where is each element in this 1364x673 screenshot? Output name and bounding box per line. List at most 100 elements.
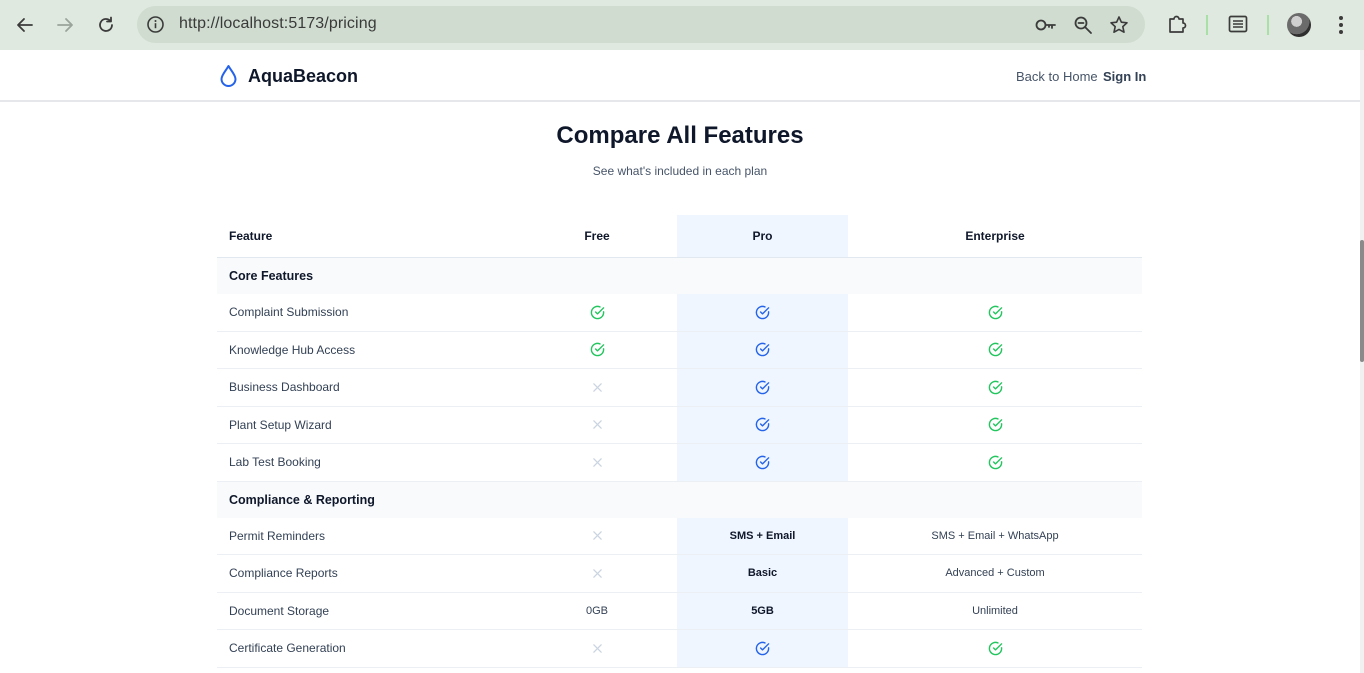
free-value-cross-icon	[530, 518, 664, 555]
feature-name: Lab Test Booking	[229, 455, 321, 470]
x-icon	[592, 568, 603, 579]
free-value: 0GB	[530, 593, 664, 630]
feature-name: Knowledge Hub Access	[229, 342, 356, 357]
enterprise-value-check-icon	[848, 332, 1142, 369]
column-header-pro: Pro	[677, 215, 848, 257]
site-info-icon[interactable]	[146, 15, 165, 34]
free-value-cross-icon	[530, 555, 664, 592]
free-value-text: 0GB	[585, 604, 608, 617]
pro-value-check-icon	[677, 294, 848, 331]
feature-name: Complaint Submission	[229, 305, 349, 320]
check-circle-icon	[590, 342, 605, 357]
enterprise-value-check-icon	[848, 294, 1142, 331]
free-value-check-icon	[530, 294, 664, 331]
table-group-row: Compliance & Reporting	[217, 481, 1142, 518]
free-value-cross-icon	[530, 444, 664, 481]
pro-value-text: 5GB	[751, 604, 774, 617]
site-header: AquaBeacon Back to Home Sign In	[0, 50, 1360, 102]
enterprise-value-check-icon	[848, 630, 1142, 667]
enterprise-value: Advanced + Custom	[848, 555, 1142, 592]
group-title: Core Features	[229, 269, 314, 283]
free-value-check-icon	[530, 332, 664, 369]
zoom-icon[interactable]	[1073, 15, 1093, 35]
reading-list-icon[interactable]	[1227, 13, 1251, 37]
back-arrow-icon[interactable]	[10, 10, 40, 40]
page-scrollbar[interactable]	[1360, 50, 1364, 673]
feature-name: Business Dashboard	[229, 380, 340, 395]
free-value-cross-icon	[530, 407, 664, 444]
feature-name: Certificate Generation	[229, 641, 346, 656]
toolbar-divider	[1267, 15, 1269, 35]
check-circle-icon	[755, 380, 770, 395]
table-header-row: Feature Free Pro Enterprise	[217, 215, 1142, 258]
feature-name: Document Storage	[229, 603, 330, 618]
enterprise-value-text: Advanced + Custom	[945, 567, 1045, 580]
browser-toolbar: http://localhost:5173/pricing	[0, 0, 1364, 50]
enterprise-value: Unlimited	[848, 593, 1142, 630]
table-group-row: Core Features	[217, 258, 1142, 294]
section-subtitle: See what's included in each plan	[592, 164, 768, 178]
check-circle-icon	[755, 342, 770, 357]
free-value-cross-icon	[530, 630, 664, 667]
pro-value-check-icon	[677, 444, 848, 481]
menu-kebab-icon[interactable]	[1331, 14, 1351, 36]
enterprise-value-check-icon	[848, 444, 1142, 481]
check-circle-icon	[988, 417, 1003, 432]
pro-value-text: Basic	[747, 567, 778, 580]
x-icon	[592, 419, 603, 430]
profile-avatar[interactable]	[1287, 13, 1311, 37]
column-header-free: Free	[584, 229, 610, 243]
extensions-puzzle-icon[interactable]	[1166, 13, 1190, 37]
table-row: Certificate Generation	[217, 630, 1142, 668]
brand-name[interactable]: AquaBeacon	[248, 66, 358, 87]
x-icon	[592, 382, 603, 393]
x-icon	[592, 643, 603, 654]
pro-value-check-icon	[677, 331, 848, 368]
toolbar-divider	[1206, 15, 1208, 35]
check-circle-icon	[988, 455, 1003, 470]
sign-in-link[interactable]: Sign In	[1103, 69, 1146, 84]
enterprise-value: SMS + Email + WhatsApp	[848, 518, 1142, 555]
section-title: Compare All Features	[556, 122, 804, 149]
pro-value: 5GB	[677, 592, 848, 629]
check-circle-icon	[988, 641, 1003, 656]
table-row: Business Dashboard	[217, 369, 1142, 407]
address-bar[interactable]: http://localhost:5173/pricing	[137, 6, 1145, 43]
reload-icon[interactable]	[91, 10, 121, 40]
check-circle-icon	[755, 305, 770, 320]
check-circle-icon	[988, 305, 1003, 320]
back-to-home-link[interactable]: Back to Home	[1016, 69, 1098, 84]
pro-value: Basic	[677, 555, 848, 592]
table-row: Permit Reminders SMS + Email SMS + Email +…	[217, 517, 1142, 555]
pro-value-text: SMS + Email	[729, 529, 796, 542]
x-icon	[592, 457, 603, 468]
page-content: AquaBeacon Back to Home Sign In Compare …	[0, 50, 1360, 673]
bookmark-star-icon[interactable]	[1109, 15, 1129, 35]
check-circle-icon	[988, 380, 1003, 395]
feature-comparison-table: Feature Free Pro Enterprise Core Feature…	[217, 215, 1142, 668]
feature-name: Compliance Reports	[229, 566, 338, 581]
url-text[interactable]: http://localhost:5173/pricing	[179, 15, 377, 33]
check-circle-icon	[755, 641, 770, 656]
x-icon	[592, 530, 603, 541]
table-row: Complaint Submission	[217, 294, 1142, 332]
water-drop-icon[interactable]	[219, 64, 238, 88]
group-title: Compliance & Reporting	[229, 492, 375, 507]
table-row: Lab Test Booking	[217, 444, 1142, 482]
feature-name: Plant Setup Wizard	[229, 417, 332, 432]
scrollbar-thumb[interactable]	[1360, 240, 1364, 362]
enterprise-value-text: SMS + Email + WhatsApp	[931, 529, 1059, 542]
check-circle-icon	[590, 305, 605, 320]
column-header-enterprise: Enterprise	[965, 229, 1025, 243]
table-row: Knowledge Hub Access	[217, 331, 1142, 369]
enterprise-value-check-icon	[848, 407, 1142, 444]
column-header-feature: Feature	[229, 229, 273, 243]
table-row: Document Storage 0GB 5GB Unlimited	[217, 592, 1142, 630]
check-circle-icon	[988, 342, 1003, 357]
feature-name: Permit Reminders	[229, 528, 326, 543]
forward-arrow-icon[interactable]	[50, 10, 80, 40]
pro-value-check-icon	[677, 369, 848, 406]
check-circle-icon	[755, 455, 770, 470]
password-key-icon[interactable]	[1035, 15, 1056, 35]
pro-value-check-icon	[677, 630, 848, 667]
